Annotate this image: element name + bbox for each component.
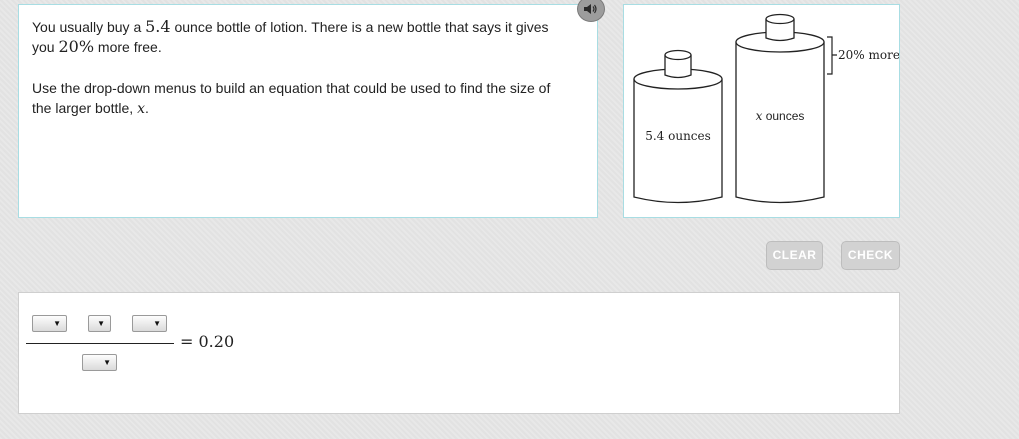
question-panel: You usually buy a 5.4 ounce bottle of lo… <box>18 4 598 218</box>
question-line1-suffix: ounce bottle of lotion. There is a new b… <box>170 19 549 35</box>
large-bottle-label: x ounces <box>756 109 805 123</box>
speaker-icon <box>584 4 597 14</box>
question-line1-prefix: You usually buy a <box>32 19 146 35</box>
numerator-dropdown-1[interactable]: ▼ <box>32 315 67 332</box>
numerator-dropdown-2[interactable]: ▼ <box>88 315 111 332</box>
small-bottle-label: 5.4 ounces <box>645 129 711 143</box>
bracket-label: 20% more <box>838 48 899 62</box>
instruction-variable: x <box>137 101 145 117</box>
question-line2-suffix: more free. <box>94 39 162 55</box>
percent-value: 20% <box>58 37 95 56</box>
question-line2-prefix: you <box>32 39 59 55</box>
bottle-size-value: 5.4 <box>145 17 171 36</box>
instruction-text: Use the drop-down menus to build an equa… <box>32 78 577 119</box>
bottles-figure: 5.4 ounces x ounces 20% more <box>633 13 900 204</box>
instruction-line2: the larger bottle, <box>32 100 138 116</box>
instruction-period: . <box>144 100 149 116</box>
check-button[interactable]: CHECK <box>841 241 900 270</box>
audio-button[interactable] <box>577 0 605 22</box>
equation-rhs: = 0.20 <box>180 332 235 351</box>
small-bottle <box>633 49 723 204</box>
answer-panel <box>18 292 900 414</box>
fraction-bar <box>26 343 174 344</box>
instruction-line1: Use the drop-down menus to build an equa… <box>32 80 551 96</box>
figure-panel: 5.4 ounces x ounces 20% more <box>623 4 900 218</box>
denominator-dropdown[interactable]: ▼ <box>82 354 117 371</box>
numerator-dropdown-3[interactable]: ▼ <box>132 315 167 332</box>
bracket-marker <box>827 36 837 75</box>
large-bottle-unit: ounces <box>762 109 804 123</box>
clear-button[interactable]: CLEAR <box>766 241 823 270</box>
question-text: You usually buy a 5.4 ounce bottle of lo… <box>32 17 577 57</box>
